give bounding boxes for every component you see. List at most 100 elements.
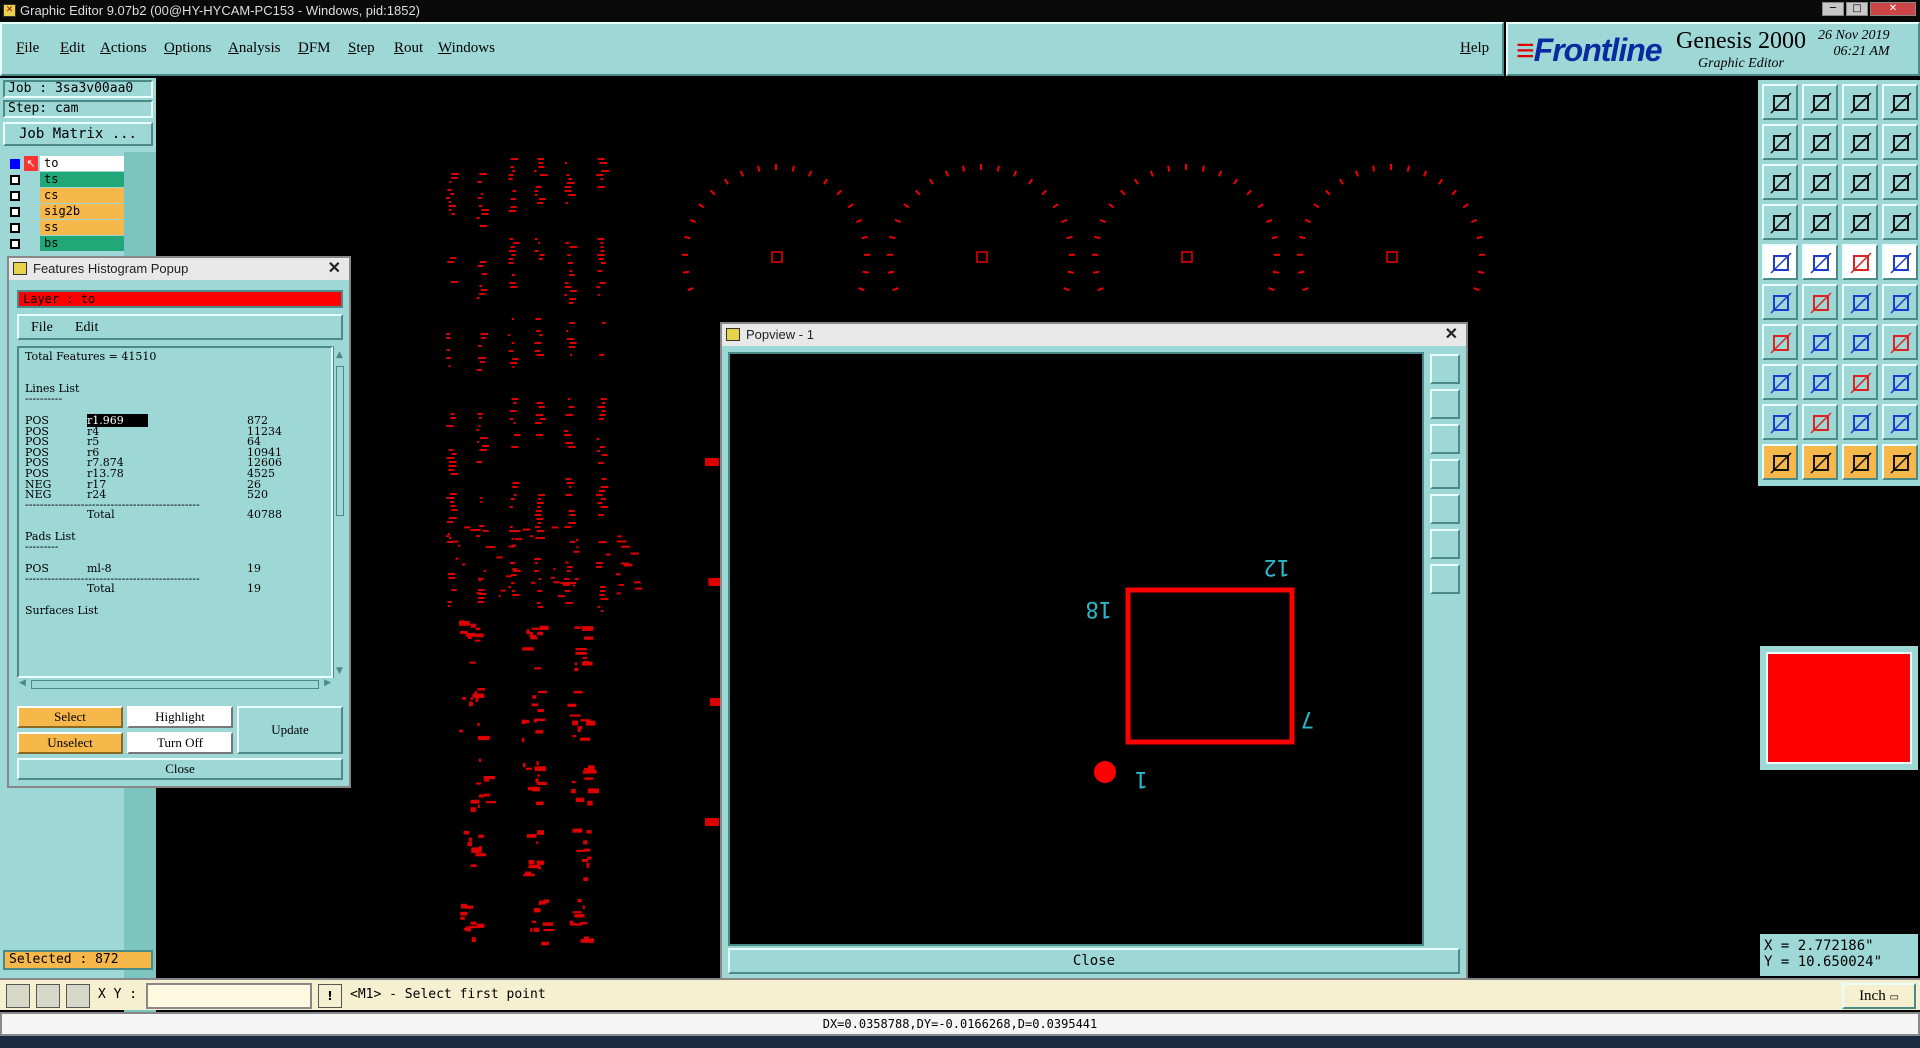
xy-input[interactable] — [146, 983, 312, 1009]
pan-right-icon[interactable] — [1430, 494, 1460, 524]
measure-icon[interactable] — [6, 984, 30, 1008]
pan-icon[interactable] — [1802, 164, 1838, 200]
layer-row[interactable]: ↖ to — [6, 156, 128, 171]
zoom-fit-icon[interactable] — [1430, 354, 1460, 384]
unit-selector[interactable]: Inch ▭ — [1842, 983, 1916, 1009]
ratio-icon[interactable] — [1842, 164, 1878, 200]
histogram-close-button[interactable]: Close — [17, 758, 343, 780]
layers-compare-icon[interactable] — [1882, 204, 1918, 240]
menu-actions[interactable]: Actions — [100, 40, 147, 57]
highlight-button[interactable]: Highlight — [127, 706, 233, 728]
angle-line-icon[interactable] — [1762, 324, 1798, 360]
redo-view-icon[interactable] — [1802, 124, 1838, 160]
layers-display-icon[interactable] — [1842, 204, 1878, 240]
minimize-button[interactable]: ─ — [1822, 2, 1844, 16]
layer-name[interactable]: to — [40, 156, 128, 171]
layer-row[interactable]: ts — [6, 172, 128, 187]
home-icon[interactable] — [1842, 84, 1878, 120]
open-step-icon[interactable] — [1762, 84, 1798, 120]
menu-file[interactable]: File — [16, 40, 39, 57]
pad-group-icon[interactable] — [1762, 364, 1798, 400]
zoom-in-icon[interactable] — [1430, 529, 1460, 559]
layer-checkbox[interactable] — [10, 239, 20, 249]
layer-checkbox[interactable] — [10, 207, 20, 217]
route-icon[interactable] — [1882, 444, 1918, 480]
arc-tool-icon[interactable] — [1842, 324, 1878, 360]
fit-icon[interactable] — [1762, 164, 1798, 200]
scroll-thumb[interactable] — [31, 680, 319, 689]
fill-icon[interactable] — [1842, 244, 1878, 280]
pan-down-icon[interactable] — [1430, 424, 1460, 454]
triangle-icon[interactable] — [1762, 404, 1798, 440]
layer-row[interactable]: bs — [6, 236, 128, 251]
layer-name[interactable]: ss — [40, 220, 128, 235]
slash-icon[interactable] — [1802, 324, 1838, 360]
add-arc-icon[interactable] — [1882, 244, 1918, 280]
layer-color-swatch[interactable] — [1766, 652, 1912, 764]
move-node-icon[interactable] — [1762, 284, 1798, 320]
scroll-up-icon[interactable]: ▲ — [336, 350, 343, 360]
menu-analysis[interactable]: Analysis — [228, 40, 281, 57]
layer-checkbox[interactable] — [10, 223, 20, 233]
menu-step[interactable]: Step — [348, 40, 375, 57]
layer-name[interactable]: cs — [40, 188, 128, 203]
a-shape-icon[interactable] — [1802, 404, 1838, 440]
job-matrix-button[interactable]: Job Matrix ... — [3, 122, 153, 146]
grid-icon[interactable] — [66, 984, 90, 1008]
angle-icon[interactable] — [36, 984, 60, 1008]
select-button[interactable]: Select — [17, 706, 123, 728]
layer-checkbox[interactable] — [10, 159, 20, 169]
grid-toggle-icon[interactable] — [1802, 204, 1838, 240]
zoom-out-icon[interactable] — [1430, 564, 1460, 594]
histogram-titlebar[interactable]: Features Histogram Popup ✕ — [9, 258, 349, 280]
histogram-menu-file[interactable]: File — [31, 320, 53, 336]
save-icon[interactable] — [1802, 84, 1838, 120]
dash-icon[interactable] — [1802, 364, 1838, 400]
layer-row[interactable]: cs — [6, 188, 128, 203]
layer-checkbox[interactable] — [10, 191, 20, 201]
connect-icon[interactable] — [1842, 284, 1878, 320]
help-query-icon[interactable] — [1882, 164, 1918, 200]
popview-close-button[interactable]: Close — [728, 948, 1460, 974]
window-close-button[interactable]: ✕ — [1870, 2, 1916, 16]
a-bar-icon[interactable] — [1842, 404, 1878, 440]
rotate-icon[interactable] — [1882, 284, 1918, 320]
snap-icon[interactable] — [1762, 204, 1798, 240]
pointer-box-icon[interactable] — [1842, 444, 1878, 480]
popview-canvas[interactable]: 12 18 7 1 — [728, 352, 1424, 946]
undo-view-icon[interactable] — [1762, 124, 1798, 160]
scroll-thumb[interactable] — [336, 366, 344, 516]
pointer-select-icon[interactable] — [1802, 444, 1838, 480]
text-tool-icon[interactable] — [1882, 324, 1918, 360]
histogram-horizontal-scrollbar[interactable]: ◀ ▶ — [17, 678, 333, 692]
close-icon[interactable]: ✕ — [1445, 324, 1458, 346]
cluster-icon[interactable] — [1882, 364, 1918, 400]
turn-off-button[interactable]: Turn Off — [127, 732, 233, 754]
update-button[interactable]: Update — [237, 706, 343, 754]
measure-tool-icon[interactable] — [1842, 364, 1878, 400]
menu-options[interactable]: Options — [164, 40, 212, 57]
info-icon[interactable]: ! — [318, 984, 342, 1008]
layer-row[interactable]: sig2b — [6, 204, 128, 219]
layer-name[interactable]: sig2b — [40, 204, 128, 219]
layer-name[interactable]: bs — [40, 236, 128, 251]
unselect-button[interactable]: Unselect — [17, 732, 123, 754]
layer-color-box[interactable] — [1760, 646, 1918, 770]
zoom-window-icon[interactable] — [1842, 124, 1878, 160]
scroll-left-icon[interactable]: ◀ — [19, 678, 26, 688]
add-line-icon[interactable] — [1802, 244, 1838, 280]
zoom-home-icon[interactable] — [1882, 124, 1918, 160]
histogram-menu-edit[interactable]: Edit — [75, 320, 98, 336]
add-pad-icon[interactable] — [1762, 244, 1798, 280]
histogram-vertical-scrollbar[interactable]: ▲ ▼ — [333, 346, 347, 678]
cross-icon[interactable] — [1802, 284, 1838, 320]
pan-up-icon[interactable] — [1430, 389, 1460, 419]
maximize-button[interactable]: □ — [1846, 2, 1868, 16]
menu-edit[interactable]: Edit — [60, 40, 85, 57]
menu-help[interactable]: Help — [1460, 40, 1489, 57]
a-box-icon[interactable] — [1882, 404, 1918, 440]
layer-name[interactable]: ts — [40, 172, 128, 187]
layer-checkbox[interactable] — [10, 175, 20, 185]
close-icon[interactable]: ✕ — [328, 258, 341, 280]
menu-dfm[interactable]: DFM — [298, 40, 331, 57]
